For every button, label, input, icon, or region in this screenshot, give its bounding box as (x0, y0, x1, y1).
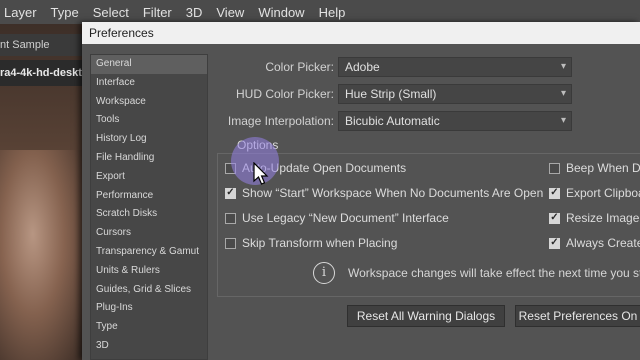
hud-color-picker-value: Hue Strip (Small) (345, 87, 437, 101)
beep-label: Beep When Do (566, 161, 640, 175)
options-bar-fragment: nt Sample (0, 34, 82, 56)
beep-checkbox[interactable]: Beep When Do (549, 161, 640, 175)
resize-image-checkbox[interactable]: ✓ Resize Image (549, 211, 639, 225)
checkbox-box[interactable] (225, 237, 236, 249)
export-clipboard-label: Export Clipboa (566, 186, 640, 200)
document-tab[interactable]: ra4-4k-hd-desktop (0, 60, 82, 86)
skip-transform-checkbox[interactable]: Skip Transform when Placing (225, 236, 397, 250)
skip-transform-label: Skip Transform when Placing (242, 236, 398, 250)
dialog-title: Preferences (82, 22, 640, 44)
legacy-new-document-checkbox[interactable]: Use Legacy “New Document” Interface (225, 211, 449, 225)
workspace-info-text: Workspace changes will take effect the n… (348, 266, 640, 280)
sidebar-item-file-handling[interactable]: File Handling (91, 149, 207, 168)
info-icon: i (313, 262, 335, 284)
reset-warning-dialogs-button[interactable]: Reset All Warning Dialogs (347, 305, 505, 327)
menu-bar: Layer Type Select Filter 3D View Window … (0, 0, 640, 24)
checkbox-box[interactable]: ✓ (225, 187, 236, 199)
sidebar-item-history-log[interactable]: History Log (91, 130, 207, 149)
sidebar-item-cursors[interactable]: Cursors (91, 224, 207, 243)
checkbox-box[interactable]: ✓ (549, 187, 560, 199)
show-start-label: Show “Start” Workspace When No Documents… (242, 186, 544, 200)
hud-color-picker-select[interactable]: Hue Strip (Small) ▾ (338, 84, 572, 104)
preferences-sidebar: General Interface Workspace Tools Histor… (90, 54, 208, 360)
image-interpolation-label: Image Interpolation: (227, 114, 334, 128)
checkbox-box[interactable] (549, 162, 560, 174)
sidebar-item-export[interactable]: Export (91, 168, 207, 187)
sidebar-item-performance[interactable]: Performance (91, 187, 207, 206)
legacy-new-document-label: Use Legacy “New Document” Interface (242, 211, 449, 225)
mouse-pointer-icon (253, 162, 269, 185)
always-create-label: Always Create (566, 236, 640, 250)
sidebar-item-plug-ins[interactable]: Plug-Ins (91, 299, 207, 318)
reset-preferences-button[interactable]: Reset Preferences On (515, 305, 640, 327)
checkbox-box[interactable]: ✓ (549, 212, 560, 224)
sidebar-item-interface[interactable]: Interface (91, 74, 207, 93)
sidebar-item-scratch-disks[interactable]: Scratch Disks (91, 205, 207, 224)
menu-3d[interactable]: 3D (179, 5, 210, 20)
always-create-checkbox[interactable]: ✓ Always Create (549, 236, 640, 250)
menu-filter[interactable]: Filter (136, 5, 179, 20)
chevron-down-icon: ▾ (560, 88, 566, 99)
show-start-checkbox[interactable]: ✓ Show “Start” Workspace When No Documen… (225, 186, 543, 200)
color-picker-label: Color Picker: (265, 60, 334, 74)
sidebar-item-3d[interactable]: 3D (91, 337, 207, 356)
preferences-dialog: Preferences General Interface Workspace … (82, 22, 640, 360)
menu-help[interactable]: Help (312, 5, 353, 20)
checkbox-box[interactable]: ✓ (549, 237, 560, 249)
color-picker-select[interactable]: Adobe ▾ (338, 57, 572, 77)
menu-window[interactable]: Window (251, 5, 311, 20)
canvas-image (0, 150, 82, 360)
menu-view[interactable]: View (209, 5, 251, 20)
menu-layer[interactable]: Layer (0, 5, 44, 20)
sidebar-item-workspace[interactable]: Workspace (91, 93, 207, 112)
checkbox-box[interactable] (225, 212, 236, 224)
chevron-down-icon: ▾ (560, 115, 566, 126)
export-clipboard-checkbox[interactable]: ✓ Export Clipboa (549, 186, 640, 200)
color-picker-value: Adobe (345, 60, 380, 74)
sidebar-item-general[interactable]: General (91, 55, 207, 74)
image-interpolation-select[interactable]: Bicubic Automatic ▾ (338, 111, 572, 131)
sidebar-item-transparency-gamut[interactable]: Transparency & Gamut (91, 243, 207, 262)
sidebar-item-type[interactable]: Type (91, 318, 207, 337)
sidebar-item-units-rulers[interactable]: Units & Rulers (91, 262, 207, 281)
menu-type[interactable]: Type (44, 5, 86, 20)
sidebar-item-guides-grid-slices[interactable]: Guides, Grid & Slices (91, 281, 207, 300)
chevron-down-icon: ▾ (560, 61, 566, 72)
image-interpolation-value: Bicubic Automatic (345, 114, 440, 128)
resize-image-label: Resize Image (566, 211, 640, 225)
sidebar-item-tools[interactable]: Tools (91, 111, 207, 130)
hud-color-picker-label: HUD Color Picker: (235, 87, 334, 101)
menu-select[interactable]: Select (86, 5, 136, 20)
